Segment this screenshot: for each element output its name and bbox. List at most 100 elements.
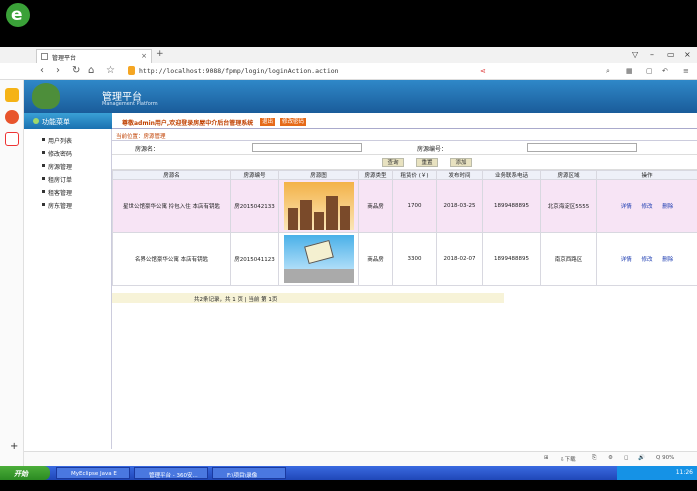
menu-item-tenants[interactable]: 租客管理 (24, 186, 112, 198)
house-shape (303, 239, 334, 265)
browser-sidebar (0, 80, 24, 466)
tool-icon[interactable] (5, 132, 19, 146)
status-icon[interactable]: ◻ (624, 455, 629, 461)
task-myeclipse[interactable]: MyEclipse Java E (56, 467, 130, 479)
menu-item-label: 房源管理 (48, 164, 73, 171)
menu-heading: 功能菜单 (24, 113, 112, 129)
breadcrumb-text: 当前位置：房源管理 (116, 134, 166, 140)
browser-window: 管理平台 × + ▽ – ▭ × ‹ › ↻ ⌂ ☆ http://localh… (0, 47, 697, 466)
col-header: 操作 (596, 170, 697, 180)
forward-icon[interactable]: › (56, 65, 60, 76)
clock: 11:26 (675, 469, 693, 476)
add-sidebar-icon[interactable]: + (10, 441, 18, 452)
cell-phone: 1899488895 (482, 179, 541, 233)
cell-id: 房2015042133 (230, 179, 279, 233)
breadcrumb: 当前位置：房源管理 (112, 129, 697, 141)
edit-link[interactable]: 修改 (641, 204, 652, 210)
pager: 共2条记录，共 1 页 | 当前 第 1页 (112, 293, 504, 303)
cell-photo (278, 179, 359, 233)
site-header: 管理平台 Management Platform (24, 80, 697, 113)
cell-type: 商品房 (358, 232, 393, 286)
close-tab-icon[interactable]: × (141, 52, 147, 60)
cell-photo (278, 232, 359, 286)
logo-tree-icon (32, 83, 60, 109)
share-icon[interactable]: ⋖ (480, 67, 486, 75)
start-button[interactable]: 开始 (0, 466, 50, 480)
name-search-input[interactable] (252, 143, 362, 152)
page-icon (41, 53, 48, 60)
browser-statusbar: ⊞ ⇩下载 ⎘ ⚙ ◻ 🔊 Q 90% (24, 451, 697, 466)
table-row[interactable]: 名界公馆豪华公寓 本店有钥匙 房2015041123 商品房 3300 2018… (112, 232, 697, 286)
task-folder[interactable]: F:\项目\录像 (212, 467, 286, 479)
bullet-icon (42, 203, 45, 206)
search-icon[interactable]: ⌕ (606, 67, 610, 76)
undo-icon[interactable]: ↶ (662, 67, 668, 75)
close-window-button[interactable]: × (684, 50, 691, 59)
star-icon[interactable] (5, 88, 19, 102)
logout-button[interactable]: 退出 (260, 118, 276, 126)
page-menu-icon[interactable]: ▢ (646, 67, 653, 75)
tab-active[interactable]: 管理平台 × (36, 49, 152, 63)
maximize-button[interactable]: ▭ (667, 50, 675, 59)
cell-id: 房2015041123 (230, 232, 279, 286)
add-button[interactable]: 添加 (450, 158, 472, 167)
url-field[interactable]: http://localhost:9088/fpmp/login/loginAc… (128, 65, 508, 77)
query-button[interactable]: 查询 (382, 158, 404, 167)
favorite-icon[interactable]: ☆ (106, 65, 115, 76)
back-icon[interactable]: ‹ (40, 65, 44, 76)
hamburger-icon[interactable]: ≡ (683, 67, 689, 75)
menu-item-label: 租客管理 (48, 190, 73, 197)
volume-icon[interactable]: 🔊 (638, 455, 645, 461)
change-password-button[interactable]: 修改密码 (280, 118, 307, 126)
building-shape (299, 200, 312, 230)
menu-item-password[interactable]: 修改密码 (24, 147, 112, 159)
col-header: 房源编号 (230, 170, 279, 180)
zoom-level[interactable]: Q 90% (656, 455, 674, 461)
menu-item-landlords[interactable]: 房东管理 (24, 199, 112, 211)
menu-item-orders[interactable]: 租房订单 (24, 173, 112, 185)
url-text: http://localhost:9088/fpmp/login/loginAc… (139, 67, 339, 75)
col-header: 房源名 (112, 170, 231, 180)
cell-actions: 详情 修改 删除 (596, 232, 697, 286)
menu-item-label: 修改密码 (48, 151, 73, 158)
welcome-text: 尊敬admin用户,欢迎登录房屋中介后台管理系统 (122, 120, 254, 127)
minimize-button[interactable]: – (650, 50, 654, 59)
edit-link[interactable]: 修改 (641, 257, 652, 263)
building-shape (287, 208, 298, 230)
home-icon[interactable]: ⌂ (88, 65, 94, 76)
id-search-input[interactable] (527, 143, 637, 152)
building-shape (313, 212, 324, 230)
weibo-icon[interactable] (5, 110, 19, 124)
cell-price: 1700 (392, 179, 437, 233)
tab-bar: 管理平台 × + ▽ – ▭ × (0, 47, 697, 63)
col-header: 租赁价 (￥) (392, 170, 437, 180)
cell-area: 北京海淀区5555 (540, 179, 597, 233)
delete-link[interactable]: 删除 (662, 204, 673, 210)
table-row[interactable]: 星世公馆豪华公寓 拎包入住 本店有钥匙 房2015042133 商品房 1700… (112, 179, 697, 233)
cell-actions: 详情 修改 删除 (596, 179, 697, 233)
download-button[interactable]: ⇩下载 (560, 455, 576, 463)
refresh-icon[interactable]: ↻ (72, 65, 80, 76)
task-browser[interactable]: 管理平台 - 360安... (134, 467, 208, 479)
detail-link[interactable]: 详情 (621, 204, 632, 210)
menu-heading-label: 功能菜单 (42, 118, 70, 126)
settings-icon[interactable]: ⚙ (608, 455, 613, 461)
cell-date: 2018-02-07 (436, 232, 483, 286)
status-icon[interactable]: ⎘ (592, 455, 596, 462)
site-subtitle: Management Platform (102, 101, 158, 107)
apps-icon[interactable]: ▦ (626, 67, 633, 75)
bullet-icon (42, 164, 45, 167)
menu-item-users[interactable]: 用户列表 (24, 134, 112, 146)
status-icon[interactable]: ⊞ (544, 455, 549, 461)
name-label: 房源名： (135, 146, 160, 153)
detail-link[interactable]: 详情 (621, 257, 632, 263)
menu-icon[interactable]: ▽ (632, 50, 638, 59)
house-photo (283, 182, 354, 230)
delete-link[interactable]: 删除 (662, 257, 673, 263)
menu-item-listings[interactable]: 房源管理 (24, 160, 112, 172)
table-header: 房源名 房源编号 房源图 房源类型 租赁价 (￥) 发布时间 业务联系电话 房源… (112, 170, 697, 180)
col-header: 房源区域 (540, 170, 597, 180)
new-tab-button[interactable]: + (156, 49, 164, 59)
reset-button[interactable]: 重置 (416, 158, 438, 167)
listing-table: 房源名 房源编号 房源图 房源类型 租赁价 (￥) 发布时间 业务联系电话 房源… (112, 170, 697, 286)
